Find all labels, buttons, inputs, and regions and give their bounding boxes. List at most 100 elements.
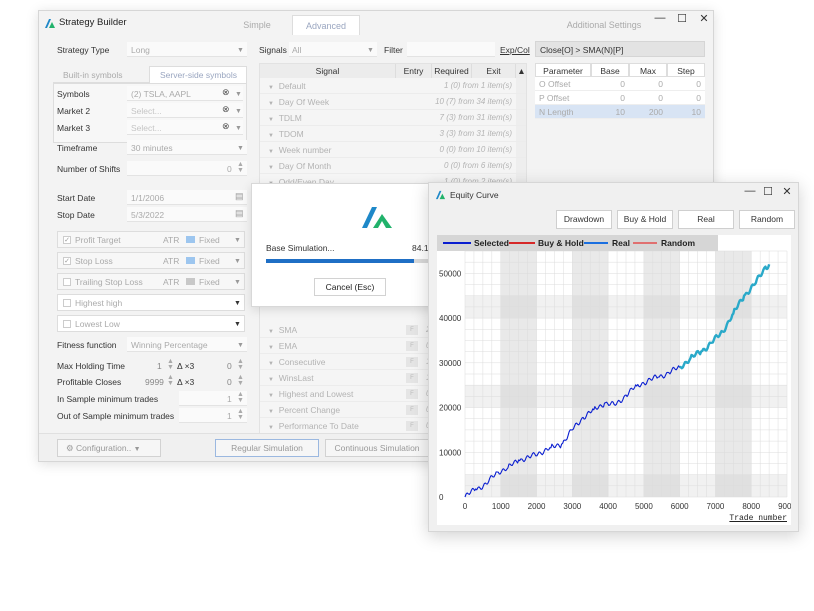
checkbox-unchecked-icon[interactable] xyxy=(63,299,71,307)
chevron-down-icon[interactable]: ▼ xyxy=(268,85,274,91)
exit-header[interactable]: Exit xyxy=(472,64,516,78)
buy-hold-button[interactable]: Buy & Hold xyxy=(617,210,673,229)
maximize-icon[interactable]: ☐ xyxy=(673,12,691,25)
legend-random[interactable]: Random xyxy=(661,238,695,248)
signal-row[interactable]: ▼ Default 1 (0) from 1 item(s) xyxy=(260,78,526,94)
tab-additional-settings[interactable]: Additional Settings xyxy=(559,15,649,35)
minimize-icon[interactable]: — xyxy=(741,185,759,197)
param-cell-step[interactable]: 0 xyxy=(667,91,705,105)
chevron-down-icon[interactable]: ▼ xyxy=(268,133,274,139)
filter-flag[interactable]: F xyxy=(406,405,418,415)
parameter-header[interactable]: Parameter xyxy=(535,63,591,77)
param-cell-max[interactable]: 0 xyxy=(629,77,667,91)
chevron-down-icon[interactable]: ▼ xyxy=(268,361,274,367)
base-header[interactable]: Base xyxy=(591,63,629,77)
chevron-down-icon[interactable]: ▼ xyxy=(268,101,274,107)
filter-flag[interactable]: F xyxy=(406,421,418,431)
chevron-down-icon[interactable]: ▼ xyxy=(268,409,274,415)
filter-flag[interactable]: F xyxy=(406,389,418,399)
cancel-button[interactable]: Cancel (Esc) xyxy=(314,278,386,296)
stop-loss-row[interactable]: ✓ Stop Loss ATR Fixed ▼ xyxy=(57,252,245,269)
real-button[interactable]: Real xyxy=(678,210,734,229)
exp-col-link[interactable]: Exp/Col xyxy=(500,45,530,55)
stepper-arrows-icon[interactable]: ▲ ▼ xyxy=(167,358,174,371)
trailing-stop-row[interactable]: Trailing Stop Loss ATR Fixed ▼ xyxy=(57,273,245,290)
regular-simulation-button[interactable]: Regular Simulation xyxy=(215,439,319,457)
step-header[interactable]: Step xyxy=(667,63,705,77)
tab-server-side-symbols[interactable]: Server-side symbols xyxy=(149,66,247,83)
checkbox-checked-icon[interactable]: ✓ xyxy=(63,236,71,244)
signal-row[interactable]: ▼ Day Of Week 10 (7) from 34 item(s) xyxy=(260,94,526,110)
param-cell-max[interactable]: 200 xyxy=(629,105,667,119)
param-cell-name[interactable]: P Offset xyxy=(535,91,591,105)
close-icon[interactable]: ✕ xyxy=(778,185,796,198)
stepper-arrows-icon[interactable]: ▲ ▼ xyxy=(237,408,244,421)
param-cell-name[interactable]: O Offset xyxy=(535,77,591,91)
signal-row[interactable]: ▼ TDLM 7 (3) from 31 item(s) xyxy=(260,110,526,126)
signal-row[interactable]: ▼ Week number 0 (0) from 10 item(s) xyxy=(260,142,526,158)
param-cell-base[interactable]: 0 xyxy=(591,77,629,91)
clear-symbols-icon[interactable]: ⊗ xyxy=(222,87,230,98)
legend-real[interactable]: Real xyxy=(612,238,630,248)
tab-advanced[interactable]: Advanced xyxy=(292,15,360,35)
filter-flag[interactable]: F xyxy=(406,325,418,335)
continuous-simulation-button[interactable]: Continuous Simulation xyxy=(325,439,429,457)
param-cell-base[interactable]: 0 xyxy=(591,91,629,105)
profit-target-row[interactable]: ✓ Profit Target ATR Fixed ▼ xyxy=(57,231,245,248)
chevron-down-icon[interactable]: ▼ xyxy=(268,165,274,171)
chevron-down-icon[interactable]: ▼ xyxy=(268,149,274,155)
checkbox-checked-icon[interactable]: ✓ xyxy=(63,257,71,265)
clear-market3-icon[interactable]: ⊗ xyxy=(222,121,230,132)
stepper-arrows-icon[interactable]: ▲ ▼ xyxy=(237,161,244,174)
signal-header[interactable]: Signal xyxy=(260,64,396,78)
chevron-down-icon[interactable]: ▼ xyxy=(268,425,274,431)
stepper-arrows-icon[interactable]: ▲ ▼ xyxy=(237,358,244,371)
param-cell-base[interactable]: 10 xyxy=(591,105,629,119)
highest-high-row[interactable]: Highest high ▼ xyxy=(57,294,245,311)
chevron-down-icon[interactable]: ▼ xyxy=(268,377,274,383)
configuration-button[interactable]: ⚙ Configuration.. ▼ xyxy=(57,439,161,457)
param-cell-max[interactable]: 0 xyxy=(629,91,667,105)
chevron-down-icon[interactable]: ▼ xyxy=(268,345,274,351)
param-cell-step[interactable]: 0 xyxy=(667,77,705,91)
legend-selected[interactable]: Selected xyxy=(474,238,509,248)
profitable-closes-value2[interactable]: 0 xyxy=(227,377,232,387)
filter-input[interactable] xyxy=(407,42,495,57)
max-holding-value2[interactable]: 0 xyxy=(227,361,232,371)
max-holding-value[interactable]: 1 xyxy=(157,361,162,371)
filter-flag[interactable]: F xyxy=(406,357,418,367)
entry-header[interactable]: Entry xyxy=(396,64,432,78)
minimize-icon[interactable]: — xyxy=(651,12,669,24)
stepper-arrows-icon[interactable]: ▲ ▼ xyxy=(167,374,174,387)
signals-select[interactable] xyxy=(289,42,377,57)
param-cell-name[interactable]: N Length xyxy=(535,105,591,119)
checkbox-unchecked-icon[interactable] xyxy=(63,278,71,286)
param-cell-step[interactable]: 10 xyxy=(667,105,705,119)
clear-market2-icon[interactable]: ⊗ xyxy=(222,104,230,115)
scroll-up-icon[interactable]: ▲ xyxy=(516,64,526,78)
signal-row[interactable]: ▼ Day Of Month 0 (0) from 6 item(s) xyxy=(260,158,526,174)
maximize-icon[interactable]: ☐ xyxy=(759,185,777,198)
lowest-low-row[interactable]: Lowest Low ▼ xyxy=(57,315,245,332)
max-header[interactable]: Max xyxy=(629,63,667,77)
calendar-icon[interactable]: ▤ xyxy=(235,208,244,219)
filter-flag[interactable]: F xyxy=(406,373,418,383)
tab-simple[interactable]: Simple xyxy=(223,15,291,35)
random-button[interactable]: Random xyxy=(739,210,795,229)
drawdown-button[interactable]: Drawdown xyxy=(556,210,612,229)
stepper-arrows-icon[interactable]: ▲ ▼ xyxy=(237,391,244,404)
calendar-icon[interactable]: ▤ xyxy=(235,191,244,202)
required-header[interactable]: Required xyxy=(432,64,472,78)
legend-buy-hold[interactable]: Buy & Hold xyxy=(538,238,584,248)
checkbox-unchecked-icon[interactable] xyxy=(63,320,71,328)
close-icon[interactable]: ✕ xyxy=(695,12,713,25)
signal-row[interactable]: ▼ TDOM 3 (3) from 31 item(s) xyxy=(260,126,526,142)
stepper-arrows-icon[interactable]: ▲ ▼ xyxy=(237,374,244,387)
tab-built-in-symbols[interactable]: Built-in symbols xyxy=(53,67,149,83)
shifts-value: 0 xyxy=(227,164,232,174)
filter-flag[interactable]: F xyxy=(406,341,418,351)
chevron-down-icon[interactable]: ▼ xyxy=(268,393,274,399)
profitable-closes-value[interactable]: 9999 xyxy=(145,377,164,387)
chevron-down-icon[interactable]: ▼ xyxy=(268,329,274,335)
chevron-down-icon[interactable]: ▼ xyxy=(268,117,274,123)
